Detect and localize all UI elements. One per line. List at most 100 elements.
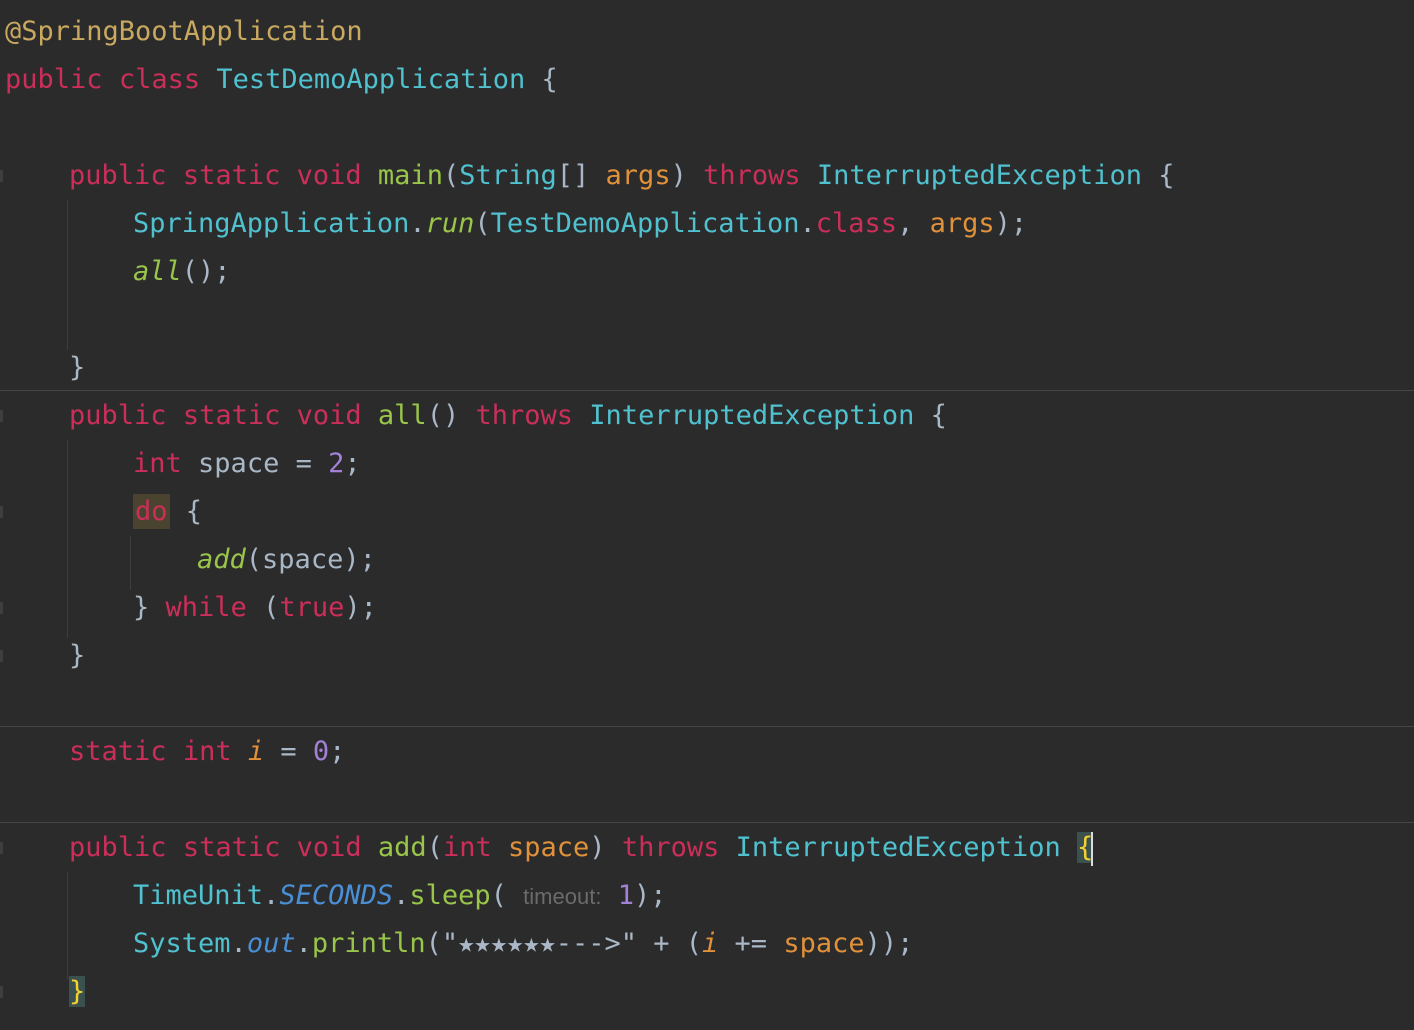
keyword-void: void xyxy=(296,400,362,431)
code-line[interactable]: add(space); xyxy=(0,536,1414,584)
code-line[interactable]: int space = 2; xyxy=(0,440,1414,488)
type-exception: InterruptedException xyxy=(589,400,915,431)
method-all: all xyxy=(377,400,427,431)
keyword-while: while xyxy=(165,592,247,623)
keyword-static: static xyxy=(182,400,281,431)
paren: ( xyxy=(426,832,443,863)
code-line[interactable]: static int i = 0; xyxy=(0,728,1414,776)
code-editor[interactable]: @SpringBootApplication public class Test… xyxy=(0,8,1414,1030)
operator-assign: = xyxy=(264,736,313,767)
param-args: args xyxy=(605,160,671,191)
paren-semicolon: ); xyxy=(633,880,667,911)
brace-close-matched: } xyxy=(69,976,86,1007)
dot: . xyxy=(393,880,410,911)
call-add: add xyxy=(197,544,246,575)
method-main: main xyxy=(377,160,443,191)
number-literal: 0 xyxy=(312,736,330,767)
constant-seconds: SECONDS xyxy=(279,880,394,911)
brace-open: { xyxy=(1158,160,1175,191)
method-println: println xyxy=(311,928,426,959)
dot: . xyxy=(799,208,816,239)
type-system: System xyxy=(133,928,231,959)
number-literal: 1 xyxy=(617,880,634,911)
keyword-int: int xyxy=(182,736,232,767)
keyword-static: static xyxy=(69,736,167,767)
method-separator xyxy=(0,822,1414,823)
type-timeunit: TimeUnit xyxy=(133,880,264,911)
semicolon: ; xyxy=(329,736,346,767)
code-line[interactable]: } xyxy=(0,968,1414,1016)
text-caret xyxy=(1091,831,1094,866)
var-space: space xyxy=(262,544,344,575)
paren: ( xyxy=(425,928,442,959)
code-line[interactable]: public static void main(String[] args) t… xyxy=(0,152,1414,200)
method-add: add xyxy=(377,832,427,863)
paren: ) xyxy=(589,832,622,863)
dot: . xyxy=(263,880,280,911)
semicolon: ; xyxy=(344,448,361,479)
brace-open: { xyxy=(541,64,558,95)
method-separator xyxy=(0,726,1414,727)
code-line[interactable]: all(); xyxy=(0,248,1414,296)
paren-semicolon: ); xyxy=(994,208,1028,239)
keyword-static: static xyxy=(182,160,281,191)
paren-semicolon: ); xyxy=(343,544,376,575)
string-literal: "★★★★★★--->" xyxy=(441,928,637,959)
keyword-public: public xyxy=(69,400,167,431)
code-line[interactable]: public class TestDemoApplication { xyxy=(0,56,1414,104)
code-line[interactable]: System.out.println("★★★★★★--->" + (i += … xyxy=(0,920,1414,968)
type-exception: InterruptedException xyxy=(735,832,1061,863)
method-run: run xyxy=(425,208,475,239)
keyword-void: void xyxy=(296,160,362,191)
call-all: all xyxy=(133,256,182,287)
code-line[interactable]: public static void all() throws Interrup… xyxy=(0,392,1414,440)
operator-plus-assign: += xyxy=(718,928,784,959)
field-i: i xyxy=(247,736,265,767)
keyword-class: class xyxy=(815,208,898,239)
keyword-do: do xyxy=(133,494,170,529)
code-line[interactable]: @SpringBootApplication xyxy=(0,8,1414,56)
code-line[interactable]: do { xyxy=(0,488,1414,536)
param-space: space xyxy=(783,928,865,959)
class-name: TestDemoApplication xyxy=(216,64,526,95)
code-line[interactable]: } while (true); xyxy=(0,584,1414,632)
type-exception: InterruptedException xyxy=(816,160,1143,191)
parens-semicolon: (); xyxy=(181,256,231,287)
keyword-class: class xyxy=(118,64,201,95)
keyword-throws: throws xyxy=(703,160,801,191)
method-sleep: sleep xyxy=(409,880,491,911)
dot: . xyxy=(230,928,247,959)
comma: , xyxy=(897,208,930,239)
brace-open: { xyxy=(930,400,947,431)
dot: . xyxy=(409,208,426,239)
parens: () xyxy=(426,400,476,431)
operator-plus: + ( xyxy=(637,928,703,959)
brackets: [] xyxy=(556,160,606,191)
parameter-hint: timeout: xyxy=(523,884,602,909)
type-spring-application: SpringApplication xyxy=(133,208,410,239)
dot: . xyxy=(295,928,312,959)
number-literal: 2 xyxy=(328,448,345,479)
code-line[interactable]: SpringApplication.run(TestDemoApplicatio… xyxy=(0,200,1414,248)
code-line[interactable]: public static void add(int space) throws… xyxy=(0,824,1414,872)
paren: ( xyxy=(490,880,524,911)
paren-semicolon: ); xyxy=(344,592,377,623)
paren: ) xyxy=(670,160,704,191)
paren: ( xyxy=(442,160,460,191)
keyword-throws: throws xyxy=(621,832,720,863)
paren: ( xyxy=(263,592,280,623)
var-space: space xyxy=(198,448,280,479)
field-out: out xyxy=(246,928,296,959)
keyword-throws: throws xyxy=(475,400,574,431)
param-args: args xyxy=(929,208,995,239)
keyword-int: int xyxy=(133,448,182,479)
brace-close: } xyxy=(133,592,150,623)
code-line[interactable]: } xyxy=(0,344,1414,392)
type-string: String xyxy=(459,160,557,191)
keyword-public: public xyxy=(5,64,103,95)
keyword-public: public xyxy=(69,832,167,863)
code-line[interactable]: TimeUnit.SECONDS.sleep( timeout: 1); xyxy=(0,872,1414,920)
keyword-void: void xyxy=(296,832,362,863)
brace-close: } xyxy=(69,640,86,671)
code-line[interactable]: } xyxy=(0,632,1414,680)
